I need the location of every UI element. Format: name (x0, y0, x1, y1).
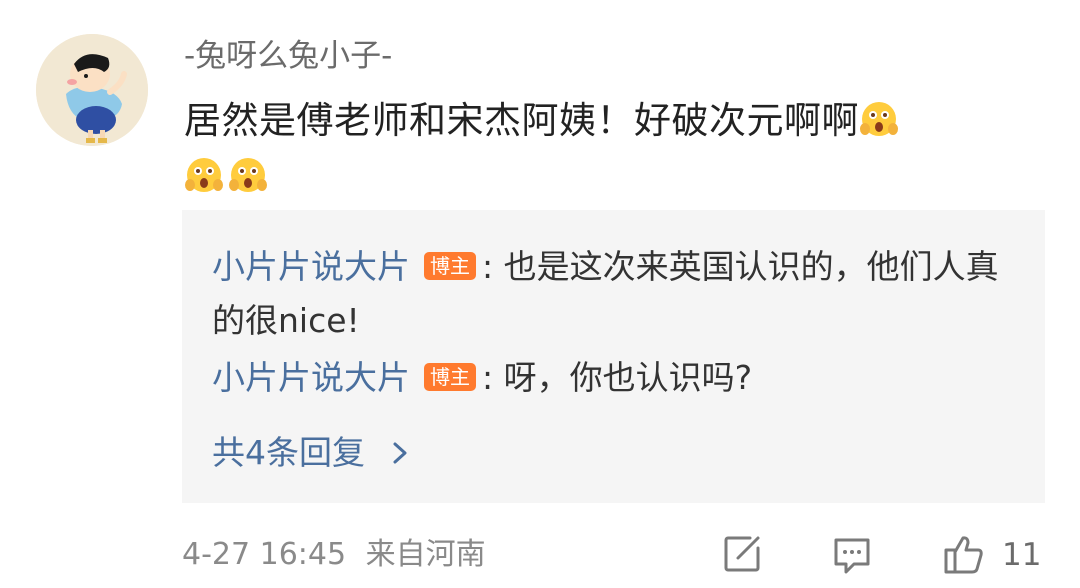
comment-text: 居然是傅老师和宋杰阿姨！好破次元啊啊 (184, 93, 1044, 205)
shocked-face-icon (228, 155, 268, 195)
chevron-right-icon (393, 442, 406, 464)
view-more-replies-link[interactable]: 共4条回复 (212, 428, 412, 478)
like-button[interactable] (942, 532, 986, 576)
reply-author[interactable]: 小片片说大片 (212, 358, 410, 397)
comment-button[interactable] (830, 532, 874, 576)
reply-item[interactable]: 小片片说大片 博主: 也是这次来英国认识的，他们人真的很nice! (212, 240, 1012, 348)
author-badge: 博主 (424, 252, 476, 280)
reply-author[interactable]: 小片片说大片 (212, 247, 410, 286)
avatar-cartoon-icon (36, 34, 148, 146)
author-badge: 博主 (424, 363, 476, 391)
replies-panel[interactable]: 小片片说大片 博主: 也是这次来英国认识的，他们人真的很nice! 小片片说大片博… (182, 210, 1045, 503)
shocked-face-icon (184, 155, 224, 195)
shocked-face-icon (859, 99, 899, 139)
avatar[interactable] (36, 34, 148, 146)
reply-text: : 呀，你也认识吗? (482, 358, 753, 397)
edit-icon (724, 536, 760, 572)
thumbs-up-icon (944, 536, 983, 574)
comment-card: -兔呀么兔小子- 居然是傅老师和宋杰阿姨！好破次元啊啊 小片片说大片 博主: 也是… (0, 0, 1080, 588)
comment-date: 4-27 16:45 (182, 537, 347, 572)
comment-icon (834, 538, 870, 574)
reply-item[interactable]: 小片片说大片 博主: 呀，你也认识吗? (212, 351, 1012, 405)
like-count: 11 (1002, 537, 1042, 573)
comment-location: 来自河南 (365, 537, 486, 572)
edit-button[interactable] (720, 532, 764, 576)
comment-username[interactable]: -兔呀么兔小子- (184, 34, 392, 78)
comment-meta: 4-27 16:45 来自河南 (182, 533, 486, 577)
comment-body: 居然是傅老师和宋杰阿姨！好破次元啊啊 (184, 99, 859, 142)
more-replies-label: 共4条回复 (212, 433, 365, 472)
